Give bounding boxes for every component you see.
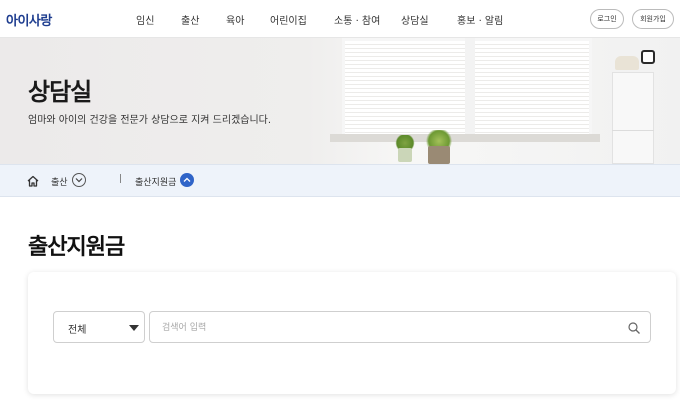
hero-phone-image <box>615 56 639 70</box>
breadcrumb-separator: | <box>119 174 123 184</box>
category-select[interactable]: 전체 <box>53 311 145 343</box>
hero-subtitle: 엄마와 아이의 건강을 전문가 상담으로 지켜 드리겠습니다. <box>28 115 272 126</box>
hero-window-frame <box>465 38 475 138</box>
login-button[interactable]: 로그인 <box>590 9 624 29</box>
nav-item-daycare[interactable]: 어린이집 <box>270 12 307 27</box>
hero-pot-image <box>398 148 412 162</box>
search-input[interactable] <box>162 319 622 337</box>
nav-item-parenting[interactable]: 육아 <box>226 12 244 27</box>
search-box <box>149 311 651 343</box>
nav-item-birth[interactable]: 출산 <box>181 12 199 27</box>
nav-item-counseling[interactable]: 상담실 <box>401 12 429 27</box>
breadcrumb: 출산 | 출산지원금 <box>0 164 680 197</box>
nav-item-community[interactable]: 소통 · 참여 <box>334 12 380 27</box>
hero-cabinet-image <box>612 72 654 164</box>
breadcrumb-item-birth[interactable]: 출산 <box>51 175 68 188</box>
breadcrumb-item-birth-support[interactable]: 출산지원금 <box>135 175 176 188</box>
chevron-up-icon[interactable] <box>180 173 194 187</box>
category-select-value: 전체 <box>68 325 87 336</box>
hero-pot-image <box>428 146 450 164</box>
home-icon[interactable] <box>26 174 40 188</box>
site-logo[interactable]: 아이사랑 <box>6 10 52 29</box>
nav-item-notice[interactable]: 홍보 · 알림 <box>457 12 503 27</box>
hero-clock-image <box>641 50 655 64</box>
hero-cabinet-divider <box>612 130 654 131</box>
hero-banner: 상담실 엄마와 아이의 건강을 전문가 상담으로 지켜 드리겠습니다. <box>0 38 680 164</box>
caret-down-icon <box>129 325 139 331</box>
page-title: 출산지원금 <box>28 235 125 260</box>
chevron-down-icon[interactable] <box>72 173 86 187</box>
hero-window-sill <box>330 134 600 142</box>
nav-item-pregnancy[interactable]: 임신 <box>136 12 154 27</box>
site-header: 아이사랑 임신 출산 육아 어린이집 소통 · 참여 상담실 홍보 · 알림 로… <box>0 0 680 38</box>
hero-title: 상담실 <box>28 78 92 106</box>
signup-button[interactable]: 회원가입 <box>632 9 674 29</box>
search-icon[interactable] <box>627 321 641 335</box>
